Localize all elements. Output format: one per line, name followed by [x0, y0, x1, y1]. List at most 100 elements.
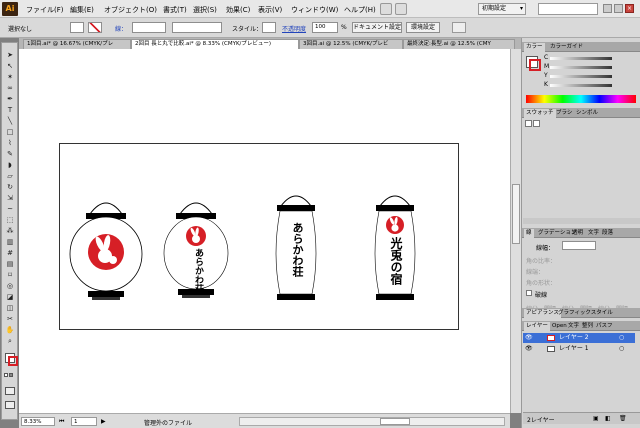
workspace-switcher[interactable]: 初期設定 ▾: [478, 3, 526, 15]
tab-paragraph[interactable]: 段落: [600, 229, 615, 238]
eye-icon[interactable]: 👁: [525, 344, 533, 354]
first-page-icon[interactable]: ⏮: [59, 417, 67, 426]
tab-align[interactable]: 整列: [580, 322, 595, 331]
line-tool-icon[interactable]: ╲: [4, 117, 16, 126]
type-tool-icon[interactable]: T: [4, 106, 16, 115]
menu-file[interactable]: ファイル(F): [26, 5, 64, 15]
warp-tool-icon[interactable]: ~: [4, 205, 16, 214]
channel-y-slider[interactable]: [550, 75, 612, 78]
new-layer-icon[interactable]: ▣: [593, 415, 599, 422]
hand-tool-icon[interactable]: ✋: [4, 326, 16, 335]
color-spectrum-bar[interactable]: [526, 95, 636, 103]
delete-layer-icon[interactable]: 🗑: [619, 415, 627, 422]
menu-object[interactable]: オブジェクト(O): [104, 5, 157, 15]
selection-tool-icon[interactable]: ➤: [4, 51, 16, 60]
lantern-1[interactable]: [69, 202, 143, 300]
gradient-tool-icon[interactable]: ▤: [4, 260, 16, 269]
arrange-documents-icon[interactable]: [395, 3, 407, 15]
screen-mode-icon[interactable]: [5, 401, 15, 409]
dashed-checkbox[interactable]: [526, 290, 532, 296]
tab-type[interactable]: 文字: [566, 322, 581, 331]
vertical-scroll-thumb[interactable]: [512, 184, 520, 244]
bridge-icon[interactable]: [380, 3, 392, 15]
graphic-style-dropdown[interactable]: [262, 22, 276, 33]
layer-row-1[interactable]: 👁 レイヤー 1 ○: [523, 344, 635, 354]
eraser-tool-icon[interactable]: ▱: [4, 172, 16, 181]
tab-doc-1[interactable]: 1回目.ai* @ 16.67% (CMYK/プレ: [23, 39, 131, 49]
free-transform-tool-icon[interactable]: ⬚: [4, 216, 16, 225]
menu-effect[interactable]: 効果(C): [226, 5, 250, 15]
menu-help[interactable]: ヘルプ(H): [344, 5, 376, 15]
swatch-none[interactable]: [525, 120, 532, 127]
eye-icon[interactable]: 👁: [525, 333, 533, 343]
zoom-field[interactable]: 8.33%: [21, 417, 55, 426]
tab-brushes[interactable]: ブラシ: [554, 109, 574, 118]
scissors-tool-icon[interactable]: ✂: [4, 315, 16, 324]
target-icon[interactable]: ○: [619, 333, 624, 343]
direct-selection-tool-icon[interactable]: ↖: [4, 62, 16, 71]
stroke-swatch[interactable]: [88, 22, 102, 33]
opacity-input[interactable]: 100: [312, 22, 338, 33]
preferences-button[interactable]: 環境設定: [406, 22, 440, 33]
status-info[interactable]: 管理外のファイル: [144, 418, 192, 427]
menu-view[interactable]: 表示(V): [258, 5, 282, 15]
paintbrush-tool-icon[interactable]: ⌇: [4, 139, 16, 148]
tab-symbols[interactable]: シンボル: [574, 109, 600, 118]
tab-doc-4[interactable]: 最終決定:長型.ai @ 12.5% (CMY: [403, 39, 515, 49]
stroke-width-input[interactable]: [562, 241, 596, 250]
artboard[interactable]: あらかわ荘 あらかわ荘 光兎の宿: [59, 143, 459, 330]
rectangle-tool-icon[interactable]: □: [4, 128, 16, 137]
stroke-weight-field[interactable]: [132, 22, 166, 33]
lasso-tool-icon[interactable]: ∞: [4, 84, 16, 93]
pen-tool-icon[interactable]: ✒: [4, 95, 16, 104]
scale-tool-icon[interactable]: ⇲: [4, 194, 16, 203]
tab-swatches[interactable]: スウォッチ: [524, 109, 556, 118]
eyedropper-tool-icon[interactable]: ⌑: [4, 271, 16, 280]
opacity-label[interactable]: 不透明度: [282, 24, 306, 33]
next-page-icon[interactable]: ▶: [101, 417, 109, 426]
menu-edit[interactable]: 編集(E): [70, 5, 94, 15]
mesh-tool-icon[interactable]: #: [4, 249, 16, 258]
help-search-input[interactable]: [538, 3, 598, 15]
rotate-tool-icon[interactable]: ↻: [4, 183, 16, 192]
tab-transparency[interactable]: 透明: [570, 229, 585, 238]
tab-doc-3[interactable]: 3回目.ai @ 12.5% (CMYK/プレビ: [299, 39, 403, 49]
blend-tool-icon[interactable]: ◎: [4, 282, 16, 291]
pencil-tool-icon[interactable]: ✎: [4, 150, 16, 159]
color-mode-icon[interactable]: [4, 373, 8, 377]
tab-graphic-styles[interactable]: グラフィックスタイル: [556, 309, 615, 318]
graph-tool-icon[interactable]: ▥: [4, 238, 16, 247]
layer-row-2[interactable]: 👁 レイヤー 2 ○: [523, 333, 635, 343]
gradient-mode-icon[interactable]: [9, 373, 13, 377]
color-stroke-icon[interactable]: [529, 59, 541, 71]
blob-brush-tool-icon[interactable]: ◗: [4, 161, 16, 170]
tab-character[interactable]: 文字: [586, 229, 601, 238]
target-icon[interactable]: ○: [619, 344, 624, 354]
draw-mode-icon[interactable]: [5, 387, 15, 395]
tab-color-guide[interactable]: カラーガイド: [548, 43, 585, 52]
document-setup-button[interactable]: ドキュメント設定: [352, 22, 402, 33]
menu-select[interactable]: 選択(S): [193, 5, 217, 15]
tab-layers[interactable]: レイヤー: [524, 322, 550, 331]
arrange-icon[interactable]: [452, 22, 466, 33]
brush-definition-dropdown[interactable]: [172, 22, 222, 33]
menu-type[interactable]: 書式(T): [163, 5, 187, 15]
page-field[interactable]: 1: [71, 417, 97, 426]
zoom-tool-icon[interactable]: ⌕: [4, 337, 16, 346]
horizontal-scrollbar[interactable]: [239, 417, 505, 426]
maximize-button[interactable]: [614, 4, 623, 13]
channel-c-slider[interactable]: [550, 57, 612, 60]
fill-swatch[interactable]: [70, 22, 84, 33]
close-button[interactable]: ×: [625, 4, 634, 13]
swatch-registration[interactable]: [533, 120, 540, 127]
symbol-sprayer-tool-icon[interactable]: ⁂: [4, 227, 16, 236]
stroke-color-icon[interactable]: [8, 356, 18, 366]
vertical-scrollbar[interactable]: [510, 49, 521, 413]
minimize-button[interactable]: [603, 4, 612, 13]
stroke-label[interactable]: 線：: [115, 24, 127, 33]
horizontal-scroll-thumb[interactable]: [380, 418, 410, 425]
tab-stroke[interactable]: 線: [524, 229, 534, 238]
slice-tool-icon[interactable]: ◫: [4, 304, 16, 313]
tab-color[interactable]: カラー: [524, 43, 545, 52]
new-sublayer-icon[interactable]: ◧: [605, 415, 611, 422]
